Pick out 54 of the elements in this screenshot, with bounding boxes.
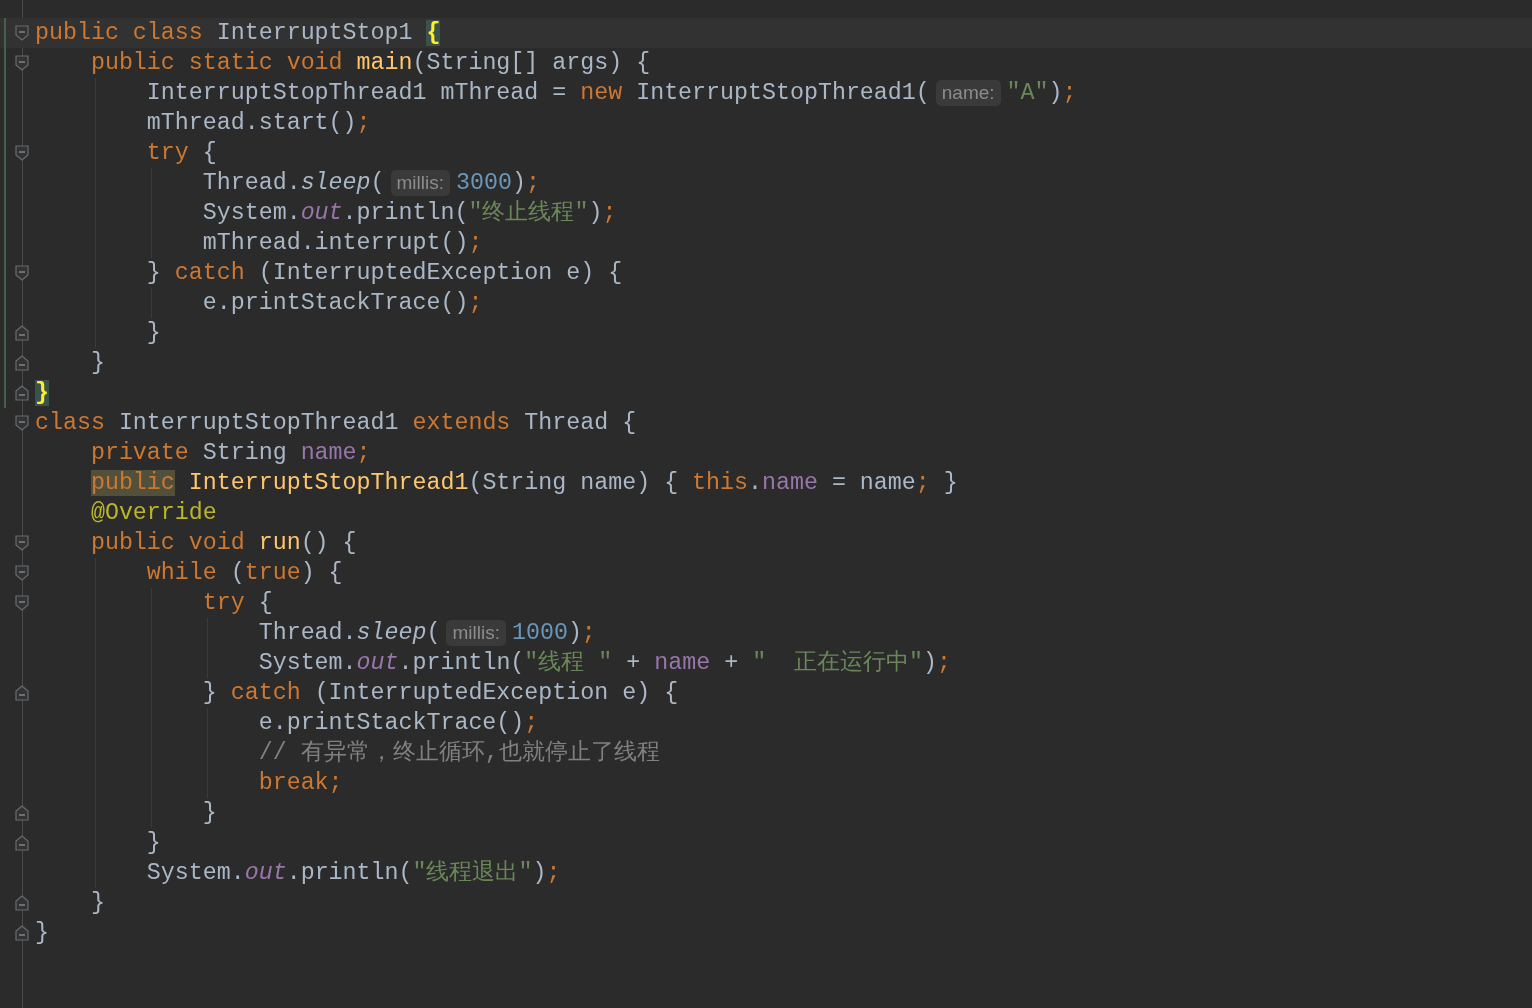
code-text: public static void main(String[] args) {	[90, 49, 651, 78]
code-text: e.printStackTrace();	[258, 709, 539, 738]
code-text: // 有异常，终止循环,也就停止了线程	[258, 739, 660, 768]
code-text: }	[35, 379, 49, 408]
code-text: try {	[202, 589, 273, 618]
code-text: "A");	[1006, 79, 1077, 108]
code-text: mThread.start();	[146, 109, 371, 138]
code-text: }	[35, 919, 49, 948]
parameter-hint: name:	[935, 80, 1001, 106]
code-text: } catch (InterruptedException e) {	[146, 259, 623, 288]
code-text: private String name;	[90, 439, 371, 468]
code-text: InterruptStopThread1 mThread = new InterruptStopThread1(	[146, 79, 930, 108]
code-text: @Override	[90, 499, 217, 528]
fold-end-marker-icon[interactable]	[15, 685, 29, 701]
fold-end-marker-icon[interactable]	[15, 925, 29, 941]
fold-end-marker-icon[interactable]	[15, 325, 29, 341]
code-text: 1000);	[511, 619, 596, 648]
code-text: while (true) {	[146, 559, 343, 588]
fold-marker-icon[interactable]	[15, 565, 29, 581]
code-text: try {	[146, 139, 217, 168]
code-text: Thread.sleep(	[258, 619, 441, 648]
fold-marker-icon[interactable]	[15, 595, 29, 611]
fold-end-marker-icon[interactable]	[15, 385, 29, 401]
code-text: public void run() {	[90, 529, 357, 558]
code-text: Thread.sleep(	[202, 169, 385, 198]
code-text: public InterruptStopThread1(String name) { this.name = name; }	[90, 469, 958, 498]
fold-marker-icon[interactable]	[15, 265, 29, 281]
code-text: }	[202, 799, 217, 828]
code-text: } catch (InterruptedException e) {	[202, 679, 679, 708]
code-text: class InterruptStopThread1 extends Thread {	[35, 409, 637, 438]
code-text: public class InterruptStop1 {	[35, 19, 441, 48]
parameter-hint: millis:	[390, 170, 451, 196]
parameter-hint: millis:	[446, 620, 506, 646]
code-text: 3000);	[456, 169, 540, 198]
code-text: break;	[258, 769, 343, 798]
fold-marker-icon[interactable]	[15, 55, 29, 71]
code-text: System.out.println("线程 " + name + " 正在运行中");	[258, 649, 951, 678]
fold-end-marker-icon[interactable]	[15, 355, 29, 371]
code-text: }	[90, 889, 105, 918]
fold-marker-icon[interactable]	[15, 25, 29, 41]
code-text: }	[146, 319, 161, 348]
code-text: }	[146, 829, 161, 858]
fold-end-marker-icon[interactable]	[15, 895, 29, 911]
code-text: mThread.interrupt();	[202, 229, 483, 258]
code-editor[interactable]	[0, 0, 1532, 1008]
fold-end-marker-icon[interactable]	[15, 805, 29, 821]
fold-marker-icon[interactable]	[15, 415, 29, 431]
code-text: System.out.println("线程退出");	[146, 859, 561, 888]
code-text: }	[90, 349, 105, 378]
fold-end-marker-icon[interactable]	[15, 835, 29, 851]
code-text: e.printStackTrace();	[202, 289, 483, 318]
fold-marker-icon[interactable]	[15, 535, 29, 551]
fold-marker-icon[interactable]	[15, 145, 29, 161]
code-text: System.out.println("终止线程");	[202, 199, 617, 228]
